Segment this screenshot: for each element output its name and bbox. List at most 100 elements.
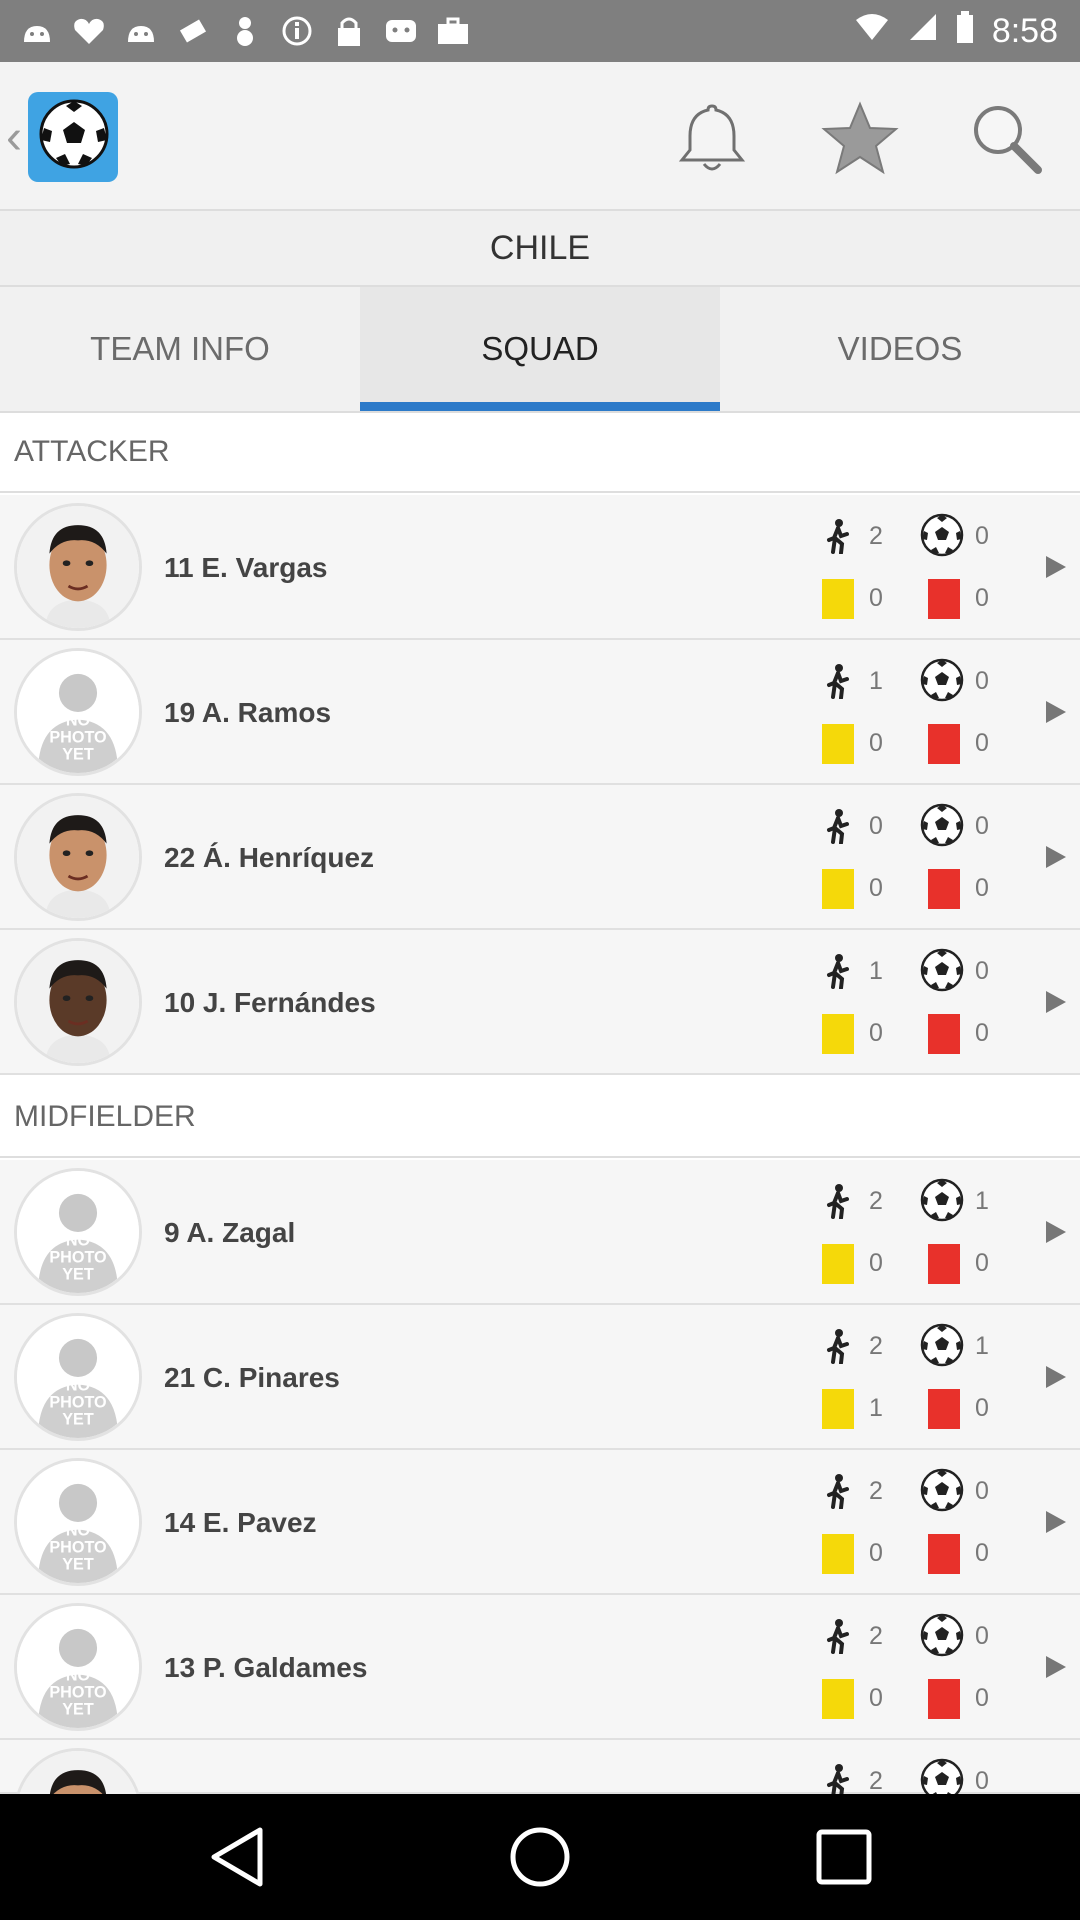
search-icon[interactable] [966, 98, 1046, 178]
player-avatar: NO PHOTO YET [14, 1313, 142, 1441]
player-avatar [14, 503, 142, 631]
system-status: 8:58 [854, 0, 1058, 62]
appearances-count: 1 [869, 667, 883, 695]
appearances-icon [818, 1471, 858, 1511]
svg-text:YET: YET [62, 1411, 94, 1429]
info-icon [280, 14, 314, 48]
player-name: 21 C. Pinares [164, 1361, 340, 1393]
lock-icon [332, 14, 366, 48]
home-circle-icon[interactable] [507, 1824, 573, 1890]
red-card-icon [924, 724, 964, 764]
player-name: 19 A. Ramos [164, 696, 332, 728]
tab-team-info[interactable]: TEAM INFO [0, 287, 360, 411]
red-card-icon [924, 869, 964, 909]
goals-icon [920, 513, 964, 557]
appearances-icon [818, 661, 858, 701]
bell-icon[interactable] [672, 98, 752, 178]
appearances-icon [818, 516, 858, 556]
appearances-icon [818, 951, 858, 991]
back-chevron-icon[interactable]: ‹ [6, 110, 22, 165]
play-arrow-icon[interactable] [1040, 843, 1068, 871]
svg-text:PHOTO: PHOTO [49, 1249, 106, 1267]
yellow-card-icon [818, 1389, 858, 1429]
player-row[interactable]: NO PHOTO YET 9 A. Zagal 2 1 0 0 [0, 1160, 1080, 1305]
yellow-card-count: 0 [869, 1249, 883, 1277]
player-name: 13 P. Galdames [164, 1651, 368, 1683]
goals-icon [920, 948, 964, 992]
goals-count: 0 [975, 1622, 989, 1650]
app-bar: ‹ [0, 62, 1080, 211]
play-arrow-icon[interactable] [1040, 1653, 1068, 1681]
goals-count: 0 [975, 812, 989, 840]
player-avatar: NO PHOTO YET [14, 1603, 142, 1731]
goals-icon [920, 1613, 964, 1657]
yellow-card-icon [818, 1679, 858, 1719]
goals-count: 1 [975, 1332, 989, 1360]
play-arrow-icon[interactable] [1040, 1508, 1068, 1536]
svg-text:PHOTO: PHOTO [49, 1394, 106, 1412]
play-arrow-icon[interactable] [1040, 988, 1068, 1016]
no-photo-label: NO [66, 1521, 90, 1539]
section-title-attacker: ATTACKER [0, 413, 1080, 493]
appearances-icon [818, 1326, 858, 1366]
player-row[interactable]: NO PHOTO YET 14 E. Pavez 2 0 0 0 [0, 1450, 1080, 1595]
battery-icon [956, 10, 974, 52]
clock: 8:58 [991, 11, 1058, 50]
fake-gps-icon [176, 14, 210, 48]
player-row[interactable]: 10 J. Fernándes 1 0 0 0 [0, 930, 1080, 1075]
player-row[interactable]: NO PHOTO YET 13 P. Galdames 2 0 0 0 [0, 1595, 1080, 1740]
yellow-card-count: 0 [869, 1684, 883, 1712]
svg-text:YET: YET [62, 1556, 94, 1574]
appearances-count: 2 [869, 1767, 883, 1795]
player-avatar: NO PHOTO YET [14, 1168, 142, 1296]
app-logo[interactable] [28, 92, 118, 182]
yellow-card-count: 0 [869, 1019, 883, 1047]
red-card-count: 0 [975, 1684, 989, 1712]
player-name: 11 E. Vargas [164, 551, 328, 583]
yellow-card-count: 0 [869, 729, 883, 757]
android-icon [20, 14, 54, 48]
player-row[interactable]: 22 Á. Henríquez 0 0 0 0 [0, 785, 1080, 930]
red-card-count: 0 [975, 1539, 989, 1567]
player-name: 14 E. Pavez [164, 1506, 317, 1538]
back-triangle-icon[interactable] [206, 1824, 272, 1890]
goals-icon [920, 1178, 964, 1222]
yellow-card-count: 0 [869, 874, 883, 902]
svg-text:YET: YET [62, 1266, 94, 1284]
yellow-card-count: 0 [869, 584, 883, 612]
heart-icon [72, 14, 106, 48]
player-avatar: NO PHOTO YET [14, 1458, 142, 1586]
appearances-count: 1 [869, 957, 883, 985]
player-avatar: NO PHOTO YET [14, 648, 142, 776]
goals-count: 0 [975, 957, 989, 985]
goals-count: 0 [975, 667, 989, 695]
tab-squad[interactable]: SQUAD [360, 287, 720, 411]
player-row[interactable]: 11 E. Vargas 2 0 0 0 [0, 495, 1080, 640]
player-row[interactable]: NO PHOTO YET 19 A. Ramos 1 0 0 0 [0, 640, 1080, 785]
svg-text:PHOTO: PHOTO [49, 729, 106, 747]
yellow-card-icon [818, 1534, 858, 1574]
recents-square-icon[interactable] [811, 1824, 877, 1890]
notification-icons [20, 0, 470, 62]
goals-icon [920, 1323, 964, 1367]
appearances-count: 2 [869, 1332, 883, 1360]
play-arrow-icon[interactable] [1040, 1363, 1068, 1391]
yellow-card-icon [818, 1014, 858, 1054]
star-icon[interactable] [820, 98, 900, 178]
play-arrow-icon[interactable] [1040, 1218, 1068, 1246]
player-row[interactable]: 20 [0, 1740, 1080, 1876]
svg-text:YET: YET [62, 1701, 94, 1719]
player-name: 22 Á. Henríquez [164, 841, 375, 873]
tab-videos[interactable]: VIDEOS [720, 287, 1080, 411]
no-photo-label: NO [66, 1376, 90, 1394]
goals-count: 0 [975, 522, 989, 550]
appearances-icon [818, 1616, 858, 1656]
play-arrow-icon[interactable] [1040, 698, 1068, 726]
play-arrow-icon[interactable] [1040, 553, 1068, 581]
yellow-card-count: 0 [869, 1539, 883, 1567]
player-name: 9 A. Zagal [164, 1216, 296, 1248]
appearances-count: 2 [869, 1477, 883, 1505]
player-row[interactable]: NO PHOTO YET 21 C. Pinares 2 1 1 0 [0, 1305, 1080, 1450]
signal-icon [908, 12, 938, 51]
red-card-count: 0 [975, 1249, 989, 1277]
